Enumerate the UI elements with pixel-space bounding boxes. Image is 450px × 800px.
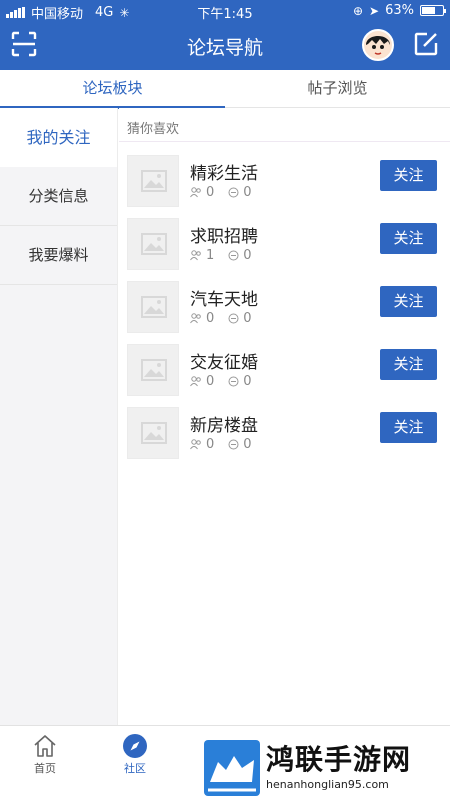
forum-name: 汽车天地	[190, 290, 258, 310]
members-count: 0	[206, 437, 215, 452]
posts-icon	[228, 376, 239, 387]
image-placeholder-icon	[141, 422, 167, 444]
forum-name: 交友征婚	[190, 353, 258, 373]
tab-post-browse[interactable]: 帖子浏览	[225, 70, 450, 108]
members-icon	[190, 250, 201, 261]
forum-stats: 1 0	[190, 248, 252, 263]
nav-home-label: 首页	[34, 762, 56, 775]
sidebar-item-my-follows[interactable]: 我的关注	[0, 108, 117, 167]
forum-thumbnail	[127, 344, 179, 396]
forum-stats: 0 0	[190, 311, 252, 326]
location-icon: ➤	[369, 3, 380, 18]
members-icon	[190, 187, 201, 198]
main-content: 猜你喜欢 精彩生活 0 0 关注 求职招聘 1 0 关注 汽车天地 0 0 关注…	[119, 108, 450, 725]
edit-icon[interactable]	[412, 30, 440, 58]
battery-icon	[420, 5, 446, 16]
sidebar: 我的关注 分类信息 我要爆料	[0, 108, 118, 725]
forum-name: 新房楼盘	[190, 416, 258, 436]
watermark-url: henanhonglian95.com	[266, 778, 389, 791]
forum-thumbnail	[127, 155, 179, 207]
divider	[119, 141, 450, 142]
follow-button[interactable]: 关注	[380, 286, 437, 317]
posts-count: 0	[243, 248, 252, 263]
avatar[interactable]	[362, 29, 394, 61]
posts-icon	[228, 250, 239, 261]
posts-count: 0	[243, 374, 252, 389]
follow-button[interactable]: 关注	[380, 223, 437, 254]
members-count: 0	[206, 311, 215, 326]
list-item[interactable]: 汽车天地 0 0 关注	[119, 279, 450, 335]
status-bar: 中国移动 4G ✳ 下午1:45 ⊕ ➤ 63%	[0, 0, 450, 22]
posts-count: 0	[243, 311, 252, 326]
image-placeholder-icon	[141, 359, 167, 381]
forum-stats: 0 0	[190, 437, 252, 452]
forum-stats: 0 0	[190, 185, 252, 200]
list-item[interactable]: 精彩生活 0 0 关注	[119, 153, 450, 209]
sidebar-item-report[interactable]: 我要爆料	[0, 226, 117, 285]
posts-icon	[228, 439, 239, 450]
image-placeholder-icon	[141, 233, 167, 255]
members-icon	[190, 439, 201, 450]
members-icon	[190, 376, 201, 387]
posts-count: 0	[243, 437, 252, 452]
app-header: 论坛导航	[0, 22, 450, 70]
members-count: 0	[206, 185, 215, 200]
nav-home[interactable]: 首页	[0, 732, 90, 776]
list-item[interactable]: 新房楼盘 0 0 关注	[119, 405, 450, 461]
tab-bar: 论坛板块 帖子浏览	[0, 70, 450, 109]
nav-community[interactable]: 社区	[90, 732, 180, 776]
forum-thumbnail	[127, 218, 179, 270]
sidebar-item-classified[interactable]: 分类信息	[0, 167, 117, 226]
forum-thumbnail	[127, 407, 179, 459]
list-item[interactable]: 交友征婚 0 0 关注	[119, 342, 450, 398]
rotation-lock-icon: ⊕	[352, 3, 364, 18]
section-label: 猜你喜欢	[127, 122, 180, 137]
follow-button[interactable]: 关注	[380, 349, 437, 380]
battery-fill	[422, 7, 435, 14]
forum-stats: 0 0	[190, 374, 252, 389]
list-item[interactable]: 求职招聘 1 0 关注	[119, 216, 450, 272]
follow-button[interactable]: 关注	[380, 412, 437, 443]
members-count: 1	[206, 248, 215, 263]
image-placeholder-icon	[141, 296, 167, 318]
watermark: 鸿联手游网 henanhonglian95.com	[200, 738, 450, 800]
top-bar: 中国移动 4G ✳ 下午1:45 ⊕ ➤ 63% 论坛导航	[0, 0, 450, 70]
battery-percent: 63%	[385, 3, 414, 18]
posts-icon	[228, 187, 239, 198]
forum-name: 求职招聘	[190, 227, 258, 247]
members-icon	[190, 313, 201, 324]
watermark-logo	[204, 740, 260, 796]
watermark-title: 鸿联手游网	[266, 743, 412, 776]
nav-community-label: 社区	[124, 762, 146, 775]
members-count: 0	[206, 374, 215, 389]
image-placeholder-icon	[141, 170, 167, 192]
forum-name: 精彩生活	[190, 164, 258, 184]
posts-icon	[228, 313, 239, 324]
compass-icon	[123, 734, 147, 758]
posts-count: 0	[243, 185, 252, 200]
follow-button[interactable]: 关注	[380, 160, 437, 191]
tab-forum-sections[interactable]: 论坛板块	[0, 70, 225, 109]
forum-thumbnail	[127, 281, 179, 333]
home-icon	[34, 735, 56, 757]
